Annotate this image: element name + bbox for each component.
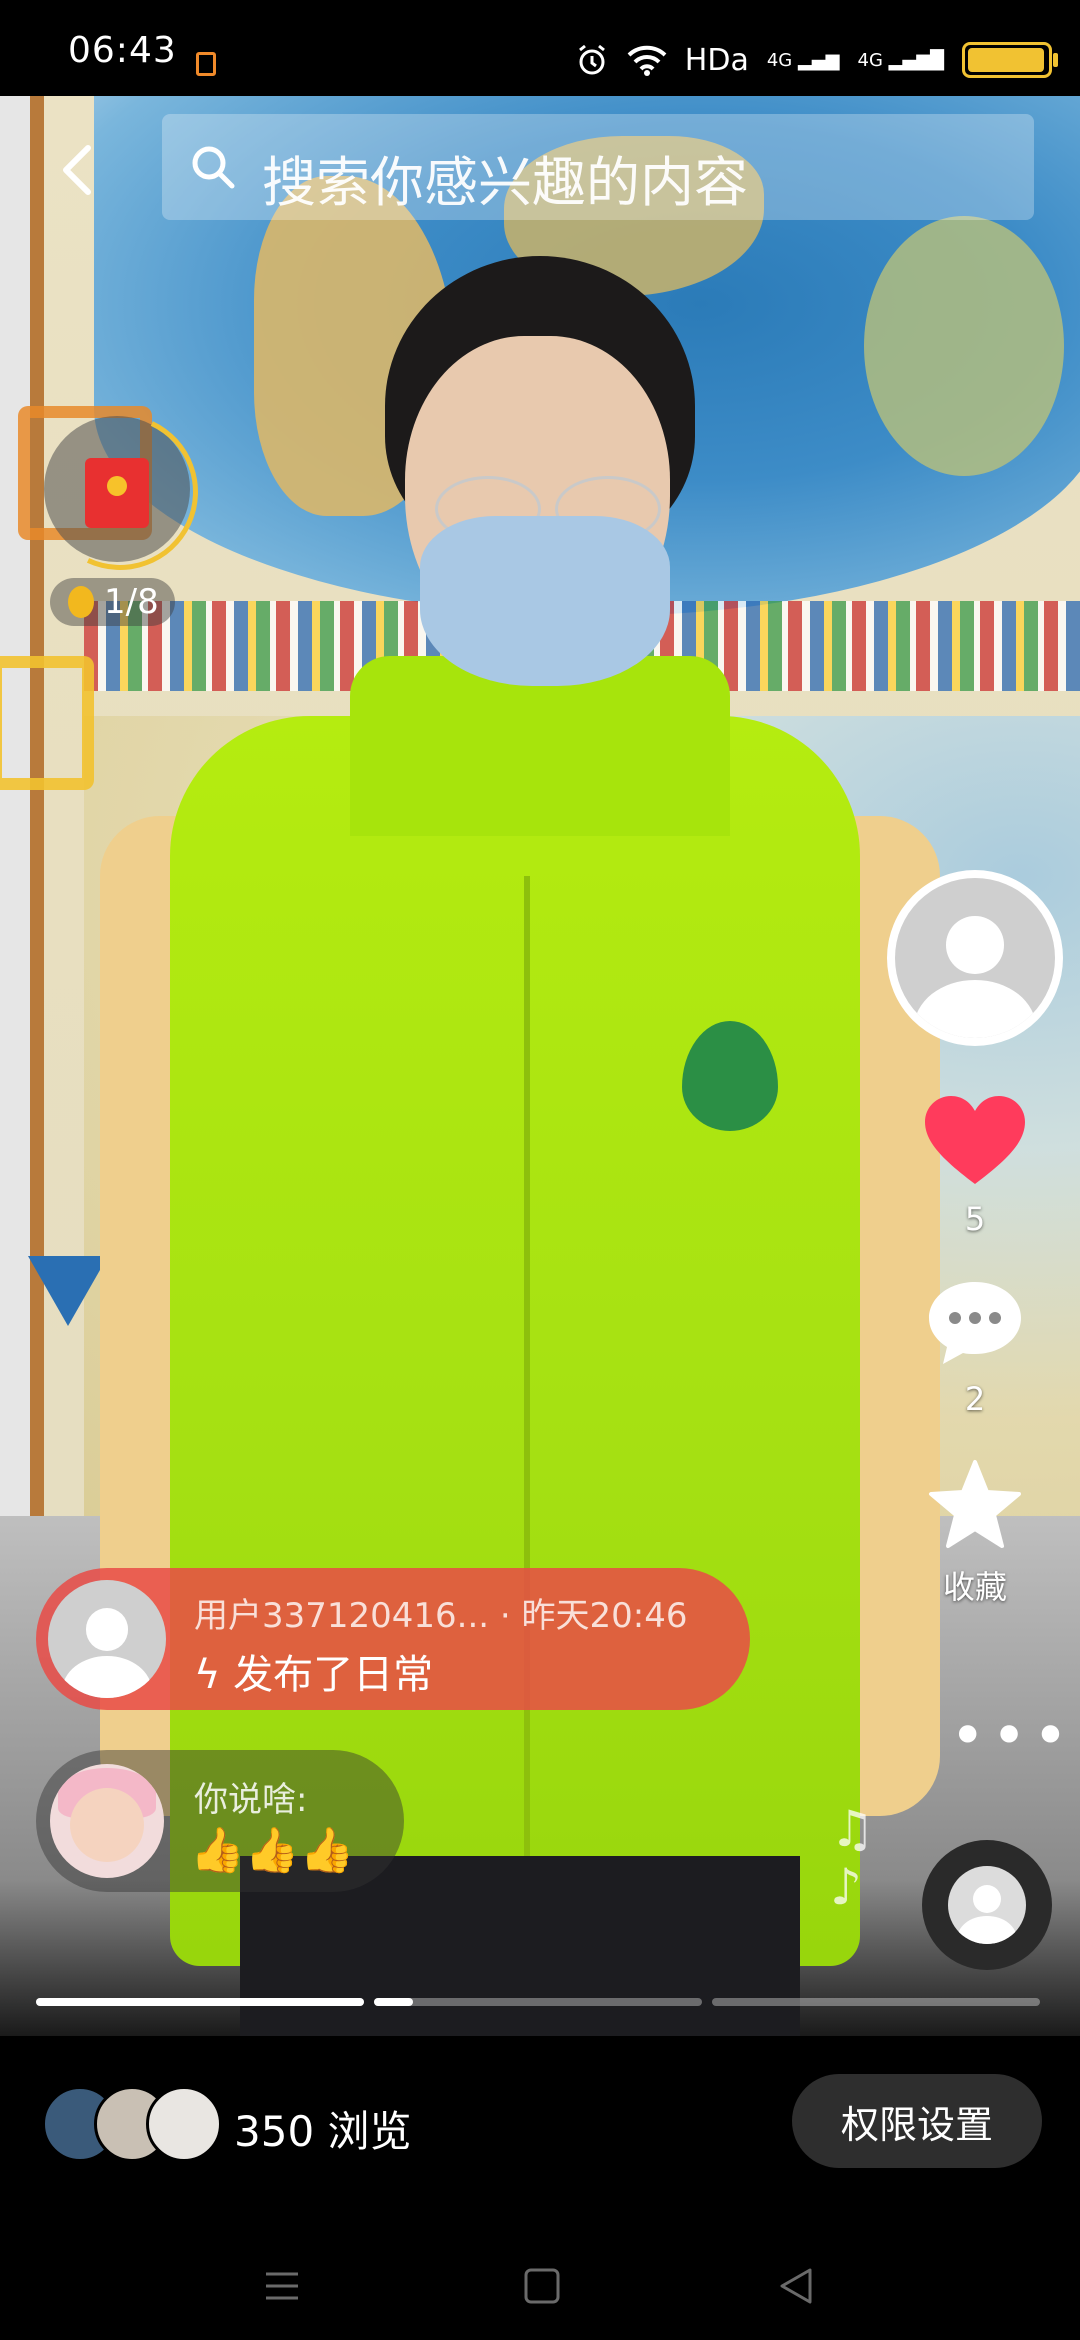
commenter-avatar [50,1764,164,1878]
red-packet-count: 1/8 [104,582,159,622]
star-icon [929,1460,1021,1548]
poster-avatar [48,1580,166,1698]
music-avatar-icon [948,1866,1026,1944]
coin-icon [68,586,94,618]
viewer-avatar [146,2086,222,2162]
progress-segment [36,1998,364,2006]
music-notes-icon: ♫ ♪ [830,1800,875,1916]
favorite-button[interactable]: 收藏 [927,1458,1023,1608]
zipper [524,876,530,1956]
like-button[interactable]: 5 [923,1094,1027,1238]
red-packet-button[interactable] [20,392,220,592]
search-placeholder: 搜索你感兴趣的内容 [262,151,748,214]
logo-drop [682,1021,778,1131]
post-info-card[interactable]: 用户337120416... · 昨天20:46 ϟ 发布了日常 [36,1568,750,1710]
status-icons: HDa 4G ▂▄▆ 4G ▂▄▆█ [575,42,1058,78]
progress-fill [36,1998,364,2006]
signal-1: 4G ▂▄▆ [766,49,840,71]
like-count: 5 [964,1200,986,1238]
home-icon[interactable] [522,2266,562,2306]
comment-bubble-icon [929,1282,1021,1364]
status-time: 06:43 [68,30,177,71]
back-icon[interactable] [776,2266,816,2306]
comment-count: 2 [964,1380,986,1418]
comment-text: 你说啥: [194,1780,308,1820]
post-action: ϟ 发布了日常 [194,1642,433,1700]
progress-segment [374,1998,702,2006]
permission-settings-button[interactable]: 权限设置 [792,2074,1042,2168]
views-count[interactable]: 350 浏览 [234,2098,412,2159]
hd-label: HDa [684,42,749,78]
comment-emojis: 👍👍👍 [190,1825,355,1876]
search-bar[interactable]: 搜索你感兴趣的内容 [162,114,1034,220]
more-options-icon[interactable]: ••• [950,1706,1074,1766]
post-meta: 用户337120416... · 昨天20:46 [194,1596,688,1636]
lightning-icon: ϟ [194,1652,234,1698]
comment-button[interactable]: 2 [925,1278,1025,1418]
status-bar: 06:43 HDa 4G ▂▄▆ 4G ▂▄▆█ [0,0,1080,96]
search-icon [192,146,235,189]
favorite-label: 收藏 [942,1568,1007,1606]
menu-icon[interactable] [262,2266,302,2306]
signal-2: 4G ▂▄▆█ [857,49,945,71]
progress-segment [712,1998,1040,2006]
default-avatar-icon [895,878,1055,1038]
battery-icon [962,42,1058,78]
story-progress [36,1998,1040,2006]
wifi-icon [627,45,667,76]
author-avatar[interactable] [887,870,1063,1046]
red-packet-counter: 1/8 [50,578,175,626]
bottom-bar: 350 浏览 权限设置 [0,2036,1080,2340]
progress-fill [374,1998,414,2006]
face-mask [420,516,670,686]
red-envelope-icon [85,458,149,528]
system-nav-bar [0,2246,1080,2336]
comment-bubble[interactable]: 你说啥: 👍👍👍 [36,1750,404,1892]
back-arrow-icon[interactable] [50,140,110,200]
vest-logo [670,1006,790,1146]
side-actions: 5 2 收藏 [887,870,1063,1608]
battery-fill [968,48,1044,72]
face [70,1788,144,1862]
post-action-text: 发布了日常 [233,1652,434,1698]
music-disc-button[interactable] [922,1840,1052,1970]
heart-icon [925,1096,1025,1184]
alarm-icon [578,44,605,75]
notification-icon [196,52,216,76]
